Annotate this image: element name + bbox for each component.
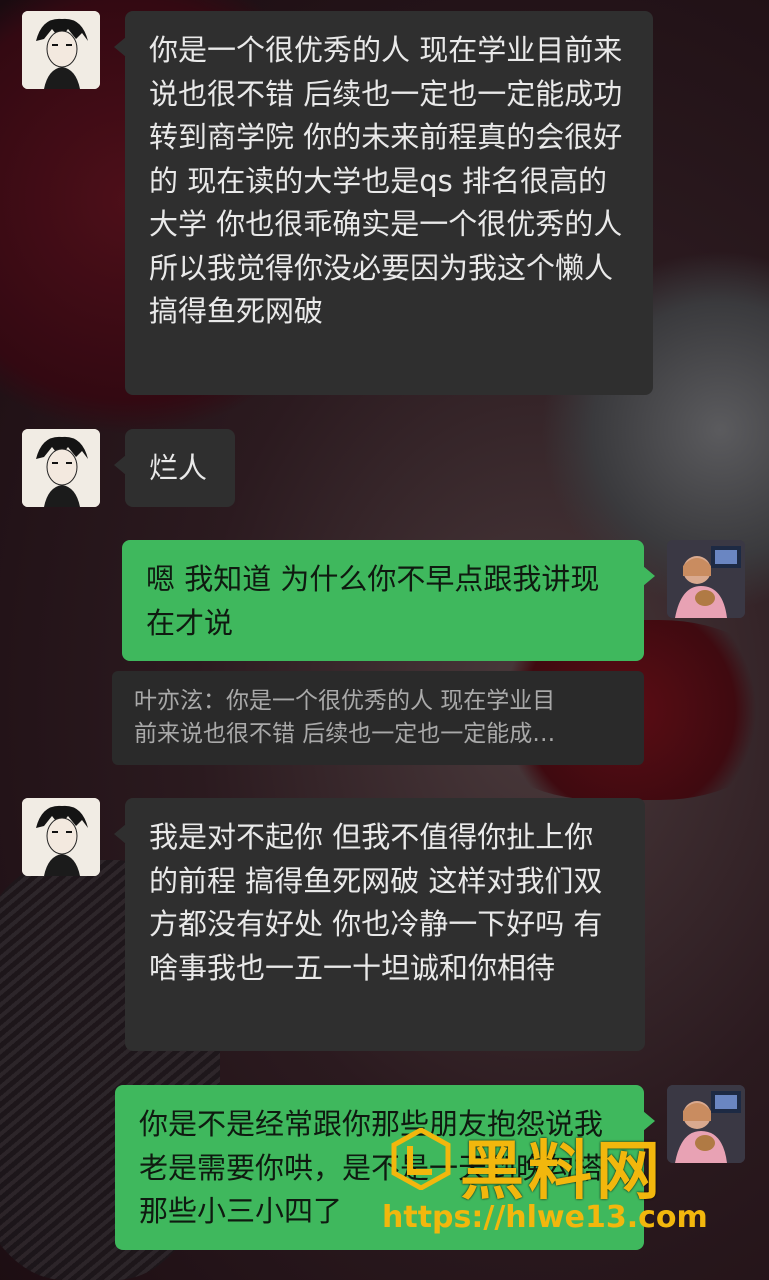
quoted-reply[interactable]: 叶亦泫：你是一个很优秀的人 现在学业目 前来说也很不错 后续也一定也一定能成… [112,671,644,765]
watermark: 黑料网 https://hlwe13.com [382,1120,750,1240]
message-bubble-received[interactable]: 我是对不起你 但我不值得你扯上你的前程 搞得鱼死网破 这样对我们双方都没有好处 … [114,798,645,1051]
watermark-url: https://hlwe13.com [382,1200,708,1235]
quoted-reply-line: 前来说也很不错 后续也一定也一定能成… [134,721,556,747]
message-bubble-received[interactable]: 你是一个很优秀的人 现在学业目前来说也很不错 后续也一定也一定能成功转到商学院 … [114,11,653,395]
quoted-reply-line: 叶亦泫：你是一个很优秀的人 现在学业目 [134,688,556,714]
contact-avatar[interactable] [22,429,100,507]
message-bubble-sent[interactable]: 嗯 我知道 为什么你不早点跟我讲现在才说 [122,540,655,661]
watermark-title: 黑料网 [460,1135,664,1209]
contact-avatar[interactable] [22,11,100,89]
contact-avatar[interactable] [22,798,100,876]
self-avatar[interactable] [667,540,745,618]
message-bubble-received[interactable]: 烂人 [114,429,235,507]
watermark-logo-icon [391,1128,451,1190]
